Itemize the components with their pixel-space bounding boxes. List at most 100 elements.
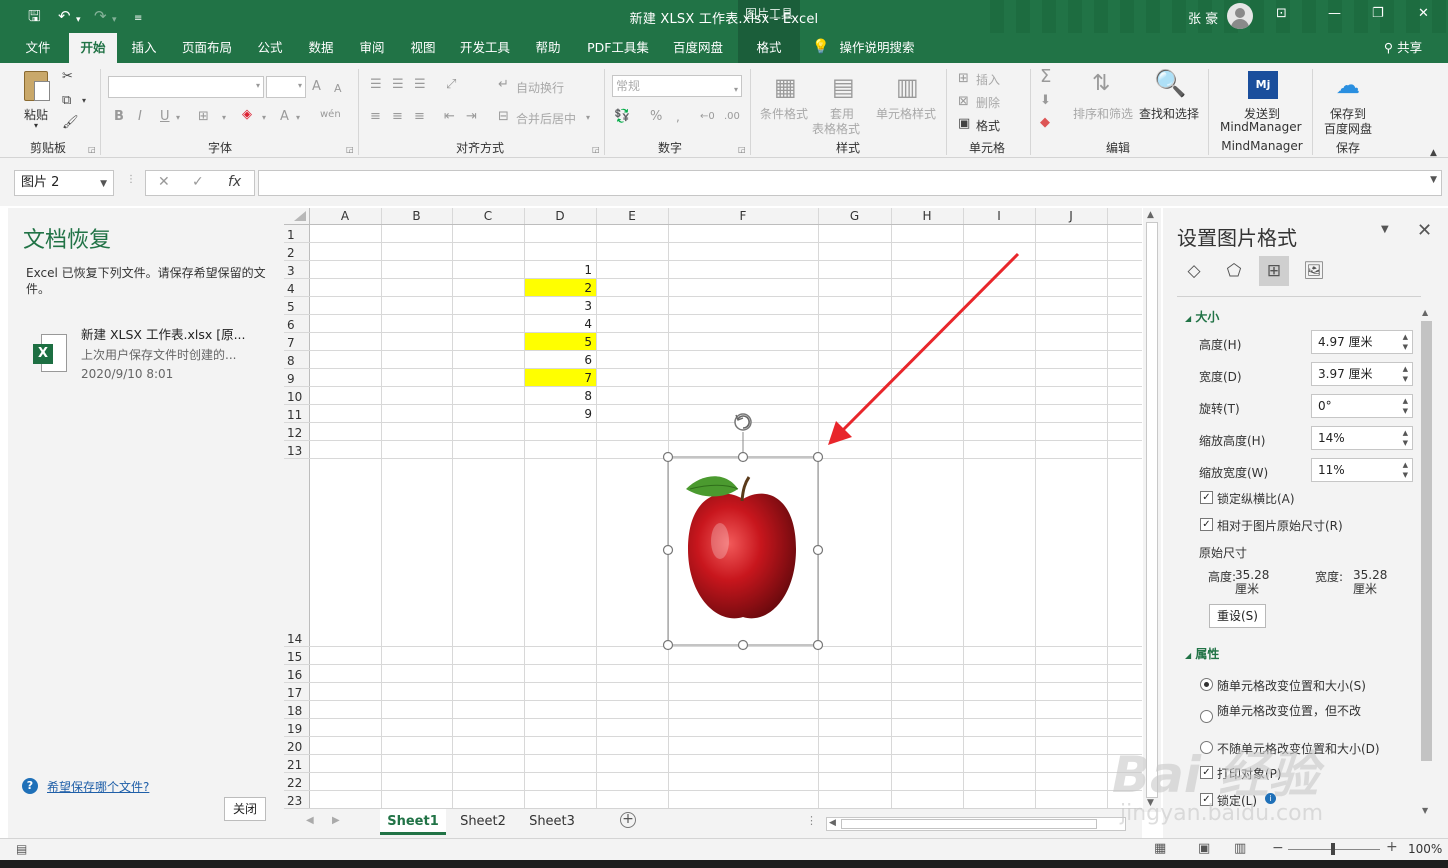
- merge-center-label[interactable]: 合并后居中: [516, 110, 576, 127]
- row-header[interactable]: 21: [287, 758, 302, 772]
- height-input[interactable]: 4.97 厘米 ▲ ▼: [1311, 330, 1413, 354]
- fill-line-tab-icon[interactable]: ◇: [1179, 256, 1209, 286]
- shrink-font-icon[interactable]: A: [334, 81, 342, 97]
- cell-value[interactable]: 1: [584, 263, 592, 277]
- decrease-indent-icon[interactable]: ⇤: [444, 109, 455, 125]
- column-header[interactable]: E: [628, 209, 636, 223]
- font-launcher-icon[interactable]: ◲: [346, 145, 354, 154]
- apple-picture[interactable]: [668, 457, 818, 645]
- cell-styles-label[interactable]: 单元格样式: [876, 105, 936, 122]
- align-bottom-icon[interactable]: ☰: [414, 77, 426, 93]
- column-header[interactable]: C: [484, 209, 492, 223]
- cancel-icon[interactable]: ✕: [158, 174, 170, 190]
- cell-styles-icon[interactable]: ▥: [896, 73, 919, 101]
- row-header[interactable]: 18: [287, 704, 302, 718]
- underline-dropdown-icon[interactable]: ▾: [176, 110, 180, 126]
- font-color-dropdown-icon[interactable]: ▾: [296, 110, 300, 126]
- no-move-radio[interactable]: [1200, 741, 1213, 754]
- picture-tab-icon[interactable]: 🖼: [1299, 256, 1329, 286]
- restore-icon[interactable]: ❐: [1372, 6, 1384, 21]
- tab-baidu-netdisk[interactable]: 百度网盘: [664, 33, 732, 63]
- sheet-tab-sheet3[interactable]: Sheet3: [520, 809, 584, 835]
- relative-size-checkbox[interactable]: ✓: [1200, 518, 1213, 531]
- clipboard-launcher-icon[interactable]: ◲: [88, 145, 96, 154]
- tab-data[interactable]: 数据: [298, 33, 344, 63]
- width-input[interactable]: 3.97 厘米 ▲ ▼: [1311, 362, 1413, 386]
- column-header[interactable]: D: [555, 209, 564, 223]
- bold-button[interactable]: B: [114, 109, 124, 125]
- row-header[interactable]: 19: [287, 722, 302, 736]
- spinner-icon[interactable]: ▲ ▼: [1403, 460, 1408, 480]
- minimize-icon[interactable]: —: [1328, 6, 1341, 21]
- row-header[interactable]: 8: [287, 354, 295, 368]
- scroll-up-icon[interactable]: ▲: [1147, 210, 1154, 220]
- align-middle-icon[interactable]: ☰: [392, 77, 404, 93]
- format-cells-icon[interactable]: ▣: [958, 116, 970, 132]
- accounting-icon[interactable]: 💱: [614, 109, 630, 125]
- row-header[interactable]: 1: [287, 228, 295, 242]
- spinner-icon[interactable]: ▲ ▼: [1403, 332, 1408, 352]
- recovered-file-item[interactable]: X 新建 XLSX 工作表.xlsx [原... 上次用户保存文件时创建的...…: [8, 316, 280, 386]
- tab-formulas[interactable]: 公式: [248, 33, 292, 63]
- autosum-icon[interactable]: Σ: [1040, 68, 1051, 86]
- row-header[interactable]: 15: [287, 650, 302, 664]
- wrap-text-label[interactable]: 自动换行: [516, 79, 564, 96]
- sort-filter-icon[interactable]: ⇅: [1092, 71, 1110, 97]
- column-header[interactable]: F: [740, 209, 747, 223]
- cell-value[interactable]: 4: [584, 317, 592, 331]
- zoom-out-icon[interactable]: −: [1272, 840, 1284, 856]
- cell-value[interactable]: 6: [584, 353, 592, 367]
- row-header[interactable]: 7: [287, 336, 295, 350]
- tab-page-layout[interactable]: 页面布局: [174, 33, 240, 63]
- size-properties-tab-icon[interactable]: ⊞: [1259, 256, 1289, 286]
- zoom-level[interactable]: 100%: [1408, 842, 1442, 856]
- column-header[interactable]: A: [341, 209, 350, 223]
- border-icon[interactable]: ⊞: [198, 109, 209, 125]
- scale-height-input[interactable]: 14% ▲ ▼: [1311, 426, 1413, 450]
- spinner-icon[interactable]: ▲ ▼: [1403, 364, 1408, 384]
- move-nosize-radio[interactable]: [1200, 710, 1213, 723]
- cell-value[interactable]: 3: [584, 299, 592, 313]
- cut-icon[interactable]: ✂: [62, 69, 73, 85]
- column-header[interactable]: B: [412, 209, 420, 223]
- number-launcher-icon[interactable]: ◲: [738, 145, 746, 154]
- info-icon[interactable]: i: [1265, 793, 1276, 804]
- page-layout-view-icon[interactable]: ▣: [1198, 841, 1210, 856]
- row-header[interactable]: 10: [287, 390, 302, 404]
- delete-cells-label[interactable]: 删除: [976, 94, 1000, 111]
- sheet-tab-sheet2[interactable]: Sheet2: [448, 809, 518, 835]
- merge-dropdown-icon[interactable]: ▾: [586, 110, 590, 126]
- row-header[interactable]: 22: [287, 776, 302, 790]
- clear-icon[interactable]: ◆: [1040, 115, 1050, 131]
- italic-button[interactable]: I: [138, 109, 142, 125]
- font-color-icon[interactable]: A: [280, 109, 289, 125]
- column-header[interactable]: J: [1068, 209, 1073, 223]
- horizontal-scrollbar[interactable]: ◀: [826, 817, 1126, 831]
- orientation-icon[interactable]: ⤢: [446, 77, 456, 93]
- format-cells-label[interactable]: 格式: [976, 117, 1000, 134]
- spinner-icon[interactable]: ▲ ▼: [1403, 396, 1408, 416]
- horizontal-scroll-thumb[interactable]: [841, 819, 1097, 829]
- add-sheet-icon[interactable]: +: [620, 812, 636, 828]
- scroll-thumb[interactable]: [1146, 222, 1158, 798]
- user-name[interactable]: 张 豪: [1188, 8, 1218, 27]
- scroll-down-icon[interactable]: ▼: [1422, 806, 1428, 815]
- scroll-down-icon[interactable]: ▼: [1147, 798, 1154, 808]
- find-select-label[interactable]: 查找和选择: [1139, 105, 1199, 122]
- scale-width-input[interactable]: 11% ▲ ▼: [1311, 458, 1413, 482]
- sort-filter-label[interactable]: 排序和筛选: [1073, 105, 1133, 122]
- cell-value[interactable]: 5: [584, 335, 592, 349]
- decrease-decimal-icon[interactable]: .00: [724, 109, 740, 125]
- ribbon-display-icon[interactable]: ⊡: [1276, 6, 1287, 21]
- scroll-left-icon[interactable]: ◀: [829, 818, 836, 828]
- tab-help[interactable]: 帮助: [525, 33, 571, 63]
- increase-decimal-icon[interactable]: ←0: [700, 109, 715, 125]
- fill-icon[interactable]: ⬇: [1040, 93, 1051, 109]
- wrap-text-icon[interactable]: ↵: [498, 77, 509, 93]
- baidu-netdisk-icon[interactable]: ☁: [1336, 71, 1360, 99]
- merge-center-icon[interactable]: ⊟: [498, 109, 509, 125]
- pane-scroll-thumb[interactable]: [1421, 321, 1432, 761]
- size-section-header[interactable]: ◢ 大小: [1185, 308, 1219, 325]
- row-header[interactable]: 6: [287, 318, 295, 332]
- row-header[interactable]: 11: [287, 408, 302, 422]
